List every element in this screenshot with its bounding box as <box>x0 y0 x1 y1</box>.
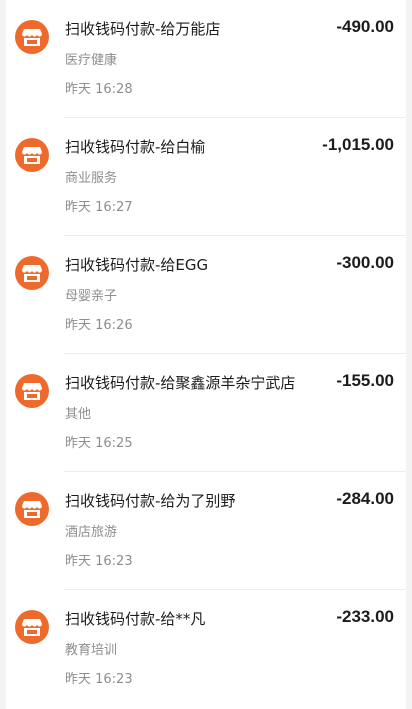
store-icon <box>15 374 49 408</box>
transaction-time: 昨天 16:27 <box>65 200 133 215</box>
right-edge <box>406 0 412 709</box>
store-icon <box>15 492 49 526</box>
transaction-title: 扫收钱码付款-给EGG <box>65 256 209 274</box>
transaction-list: 扫收钱码付款-给万能店 -490.00 医疗健康 昨天 16:28 扫收钱码付款… <box>0 0 412 709</box>
transaction-amount: -490.00 <box>336 17 394 36</box>
transaction-time: 昨天 16:26 <box>65 318 133 333</box>
transaction-amount: -155.00 <box>336 371 394 390</box>
transaction-amount: -284.00 <box>336 489 394 508</box>
transaction-row[interactable]: 扫收钱码付款-给白榆 -1,015.00 商业服务 昨天 16:27 <box>6 118 406 236</box>
store-icon <box>15 20 49 54</box>
transaction-title: 扫收钱码付款-给为了别野 <box>65 492 236 510</box>
transaction-row[interactable]: 扫收钱码付款-给万能店 -490.00 医疗健康 昨天 16:28 <box>6 0 406 118</box>
transaction-row[interactable]: 扫收钱码付款-给为了别野 -284.00 酒店旅游 昨天 16:23 <box>6 472 406 590</box>
transaction-amount: -233.00 <box>336 607 394 626</box>
transaction-time: 昨天 16:23 <box>65 672 133 687</box>
transaction-category: 酒店旅游 <box>65 525 118 540</box>
transaction-time: 昨天 16:28 <box>65 82 133 97</box>
transaction-category: 医疗健康 <box>65 53 118 68</box>
store-icon <box>15 256 49 290</box>
transaction-category: 教育培训 <box>65 643 118 658</box>
transaction-title: 扫收钱码付款-给白榆 <box>65 138 206 156</box>
transaction-category: 其他 <box>65 407 92 422</box>
transaction-title: 扫收钱码付款-给万能店 <box>65 20 221 38</box>
transaction-amount: -300.00 <box>336 253 394 272</box>
transaction-title: 扫收钱码付款-给**凡 <box>65 610 206 628</box>
store-icon <box>15 138 49 172</box>
transaction-title: 扫收钱码付款-给聚鑫源羊杂宁武店 <box>65 374 296 392</box>
store-icon <box>15 610 49 644</box>
transaction-time: 昨天 16:23 <box>65 554 133 569</box>
transaction-row[interactable]: 扫收钱码付款-给**凡 -233.00 教育培训 昨天 16:23 <box>6 590 406 708</box>
transaction-category: 商业服务 <box>65 171 118 186</box>
transaction-time: 昨天 16:25 <box>65 436 133 451</box>
transaction-amount: -1,015.00 <box>322 135 394 154</box>
transaction-category: 母婴亲子 <box>65 289 118 304</box>
transaction-row[interactable]: 扫收钱码付款-给聚鑫源羊杂宁武店 -155.00 其他 昨天 16:25 <box>6 354 406 472</box>
transaction-row[interactable]: 扫收钱码付款-给EGG -300.00 母婴亲子 昨天 16:26 <box>6 236 406 354</box>
